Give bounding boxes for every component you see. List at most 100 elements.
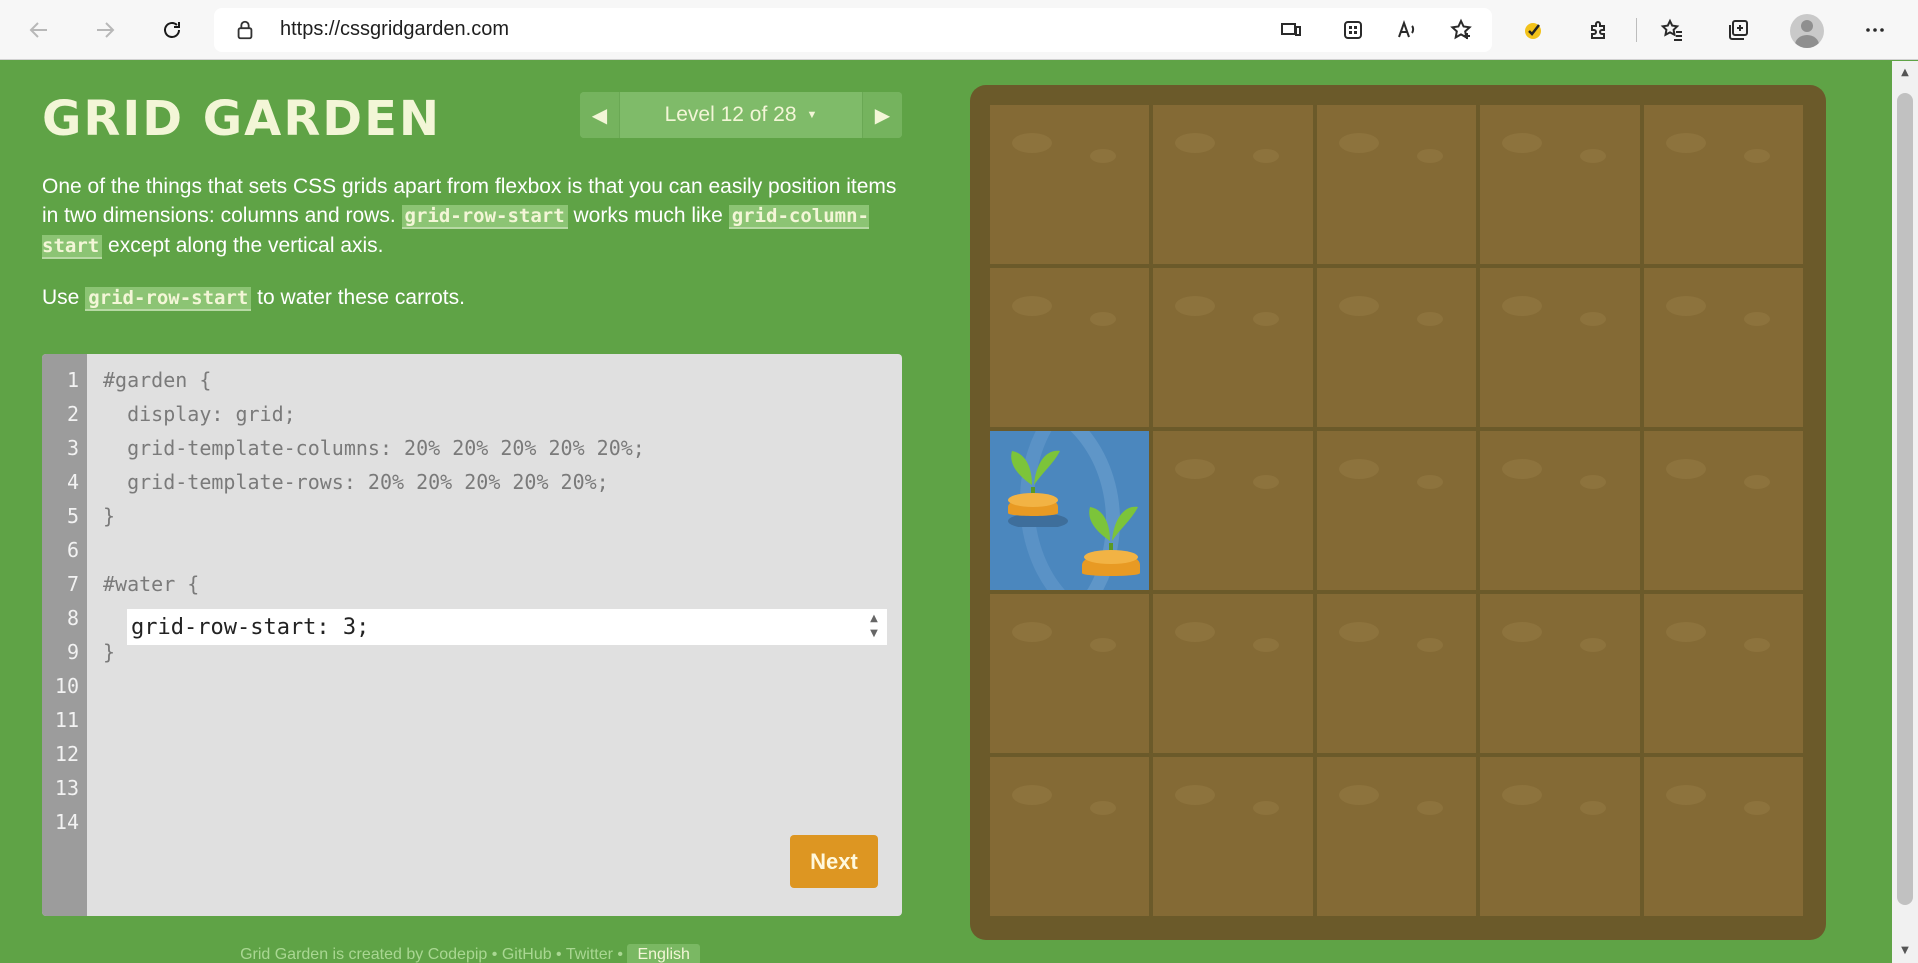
soil-plot [1641, 429, 1805, 592]
soil-plot [1314, 429, 1479, 592]
code-line: #garden { [103, 368, 212, 392]
instructions: One of the things that sets CSS grids ap… [42, 172, 912, 335]
more-options-icon[interactable] [1858, 13, 1892, 47]
input-spinner[interactable]: ▲ ▼ [864, 611, 884, 643]
scroll-down-icon[interactable]: ▼ [1892, 941, 1918, 961]
code-line: display: grid; [103, 402, 296, 426]
level-navigator: ◀ Level 12 of 28 ▼ ▶ [580, 92, 902, 138]
page-scrollbar[interactable]: ▲ ▼ [1892, 61, 1918, 963]
footer-separator: • [487, 946, 502, 963]
line-number-gutter: 1 2 3 4 5 6 7 8 9 10 11 12 13 14 [42, 354, 87, 916]
back-button[interactable] [22, 13, 56, 47]
soil-plot [988, 592, 1152, 755]
code-keyword: grid-row-start [85, 287, 252, 311]
soil-plot [1641, 755, 1805, 918]
collections-icon[interactable] [1721, 13, 1755, 47]
soil-plot [1314, 103, 1479, 266]
soil-plot [1314, 755, 1479, 918]
address-bar[interactable]: https://cssgridgarden.com [214, 8, 1492, 52]
github-link[interactable]: GitHub [502, 946, 552, 963]
refresh-icon [164, 22, 180, 38]
code-line: grid-template-columns: 20% 20% 20% 20% 2… [103, 436, 645, 460]
soil-plot [988, 103, 1152, 266]
soil-plot [1641, 103, 1805, 266]
soil-plot [1151, 755, 1315, 918]
line-number: 6 [66, 538, 79, 562]
extension-check-icon[interactable] [1516, 13, 1550, 47]
line-number: 14 [54, 810, 79, 834]
code-line: grid-template-rows: 20% 20% 20% 20% 20%; [103, 470, 609, 494]
devices-icon[interactable] [1274, 13, 1308, 47]
line-number: 13 [54, 776, 79, 800]
footer-separator: • [612, 946, 628, 963]
instruction-text: to water these carrots. [251, 286, 465, 309]
footer: Grid Garden is created by Codepip • GitH… [0, 944, 940, 963]
line-number: 12 [54, 742, 79, 766]
code-line: #water { [103, 572, 200, 596]
line-number: 11 [54, 708, 79, 732]
spin-up-icon[interactable]: ▲ [864, 611, 884, 626]
triangle-right-icon: ▶ [874, 103, 891, 127]
twitter-link[interactable]: Twitter [566, 946, 613, 963]
line-number: 8 [66, 606, 79, 630]
soil-plot [1314, 266, 1479, 429]
scrollbar-thumb[interactable] [1897, 93, 1913, 905]
triangle-left-icon: ◀ [591, 103, 608, 127]
line-number: 5 [66, 504, 79, 528]
line-number: 9 [66, 640, 79, 664]
soil-plot [1641, 592, 1805, 755]
soil-plot [1314, 592, 1479, 755]
favorites-icon[interactable] [1655, 13, 1689, 47]
toolbar-separator [1636, 18, 1637, 42]
instruction-paragraph-1: One of the things that sets CSS grids ap… [42, 172, 912, 261]
code-line: } [103, 504, 116, 528]
instruction-text: works much like [567, 204, 729, 227]
soil-plot [1478, 103, 1642, 266]
instruction-text: except along the vertical axis. [102, 234, 384, 257]
page-content: GRID GARDEN ◀ Level 12 of 28 ▼ ▶ One of … [0, 61, 1892, 963]
level-selector[interactable]: Level 12 of 28 ▼ [620, 92, 862, 138]
carrot-icon [1082, 506, 1140, 576]
url-text[interactable]: https://cssgridgarden.com [280, 18, 509, 41]
line-number: 1 [66, 368, 79, 392]
css-answer-input[interactable] [127, 609, 887, 645]
scroll-up-icon[interactable]: ▲ [1892, 63, 1918, 83]
previous-level-button[interactable]: ◀ [580, 92, 620, 138]
line-number: 10 [54, 674, 79, 698]
refresh-button[interactable] [155, 13, 189, 47]
soil-plot [1151, 429, 1315, 592]
footer-text: Grid Garden is created by [240, 946, 428, 963]
level-label: Level 12 of 28 [664, 103, 797, 126]
soil-plot [988, 266, 1152, 429]
extensions-puzzle-icon[interactable] [1582, 13, 1616, 47]
soil-plot [1151, 592, 1315, 755]
carrot-icon [1008, 450, 1068, 527]
add-favorite-icon[interactable] [1444, 13, 1478, 47]
profile-avatar[interactable] [1790, 14, 1824, 48]
apps-icon[interactable] [1336, 13, 1370, 47]
read-aloud-icon[interactable] [1390, 13, 1424, 47]
footer-separator: • [551, 946, 566, 963]
line-number: 4 [66, 470, 79, 494]
forward-arrow-icon [97, 22, 115, 38]
codepip-link[interactable]: Codepip [428, 946, 488, 963]
language-selector[interactable]: English [627, 944, 700, 963]
line-number: 2 [66, 402, 79, 426]
forward-button[interactable] [88, 13, 122, 47]
next-button[interactable]: Next [790, 835, 878, 888]
line-number: 3 [66, 436, 79, 460]
soil-plot [1151, 266, 1315, 429]
instruction-text: Use [42, 286, 86, 309]
soil-plot [1478, 592, 1642, 755]
code-editor: 1 2 3 4 5 6 7 8 9 10 11 12 13 14 #garden… [42, 354, 902, 916]
water-tile [988, 429, 1151, 592]
code-keyword: grid-row-start [401, 205, 568, 229]
back-arrow-icon [29, 22, 47, 38]
spin-down-icon[interactable]: ▼ [864, 626, 884, 641]
next-level-button[interactable]: ▶ [862, 92, 902, 138]
soil-plot [1151, 103, 1315, 266]
soil-plot [1478, 429, 1642, 592]
caret-down-icon: ▼ [806, 109, 818, 121]
browser-toolbar: https://cssgridgarden.com [0, 0, 1918, 60]
soil-plot [1478, 755, 1642, 918]
